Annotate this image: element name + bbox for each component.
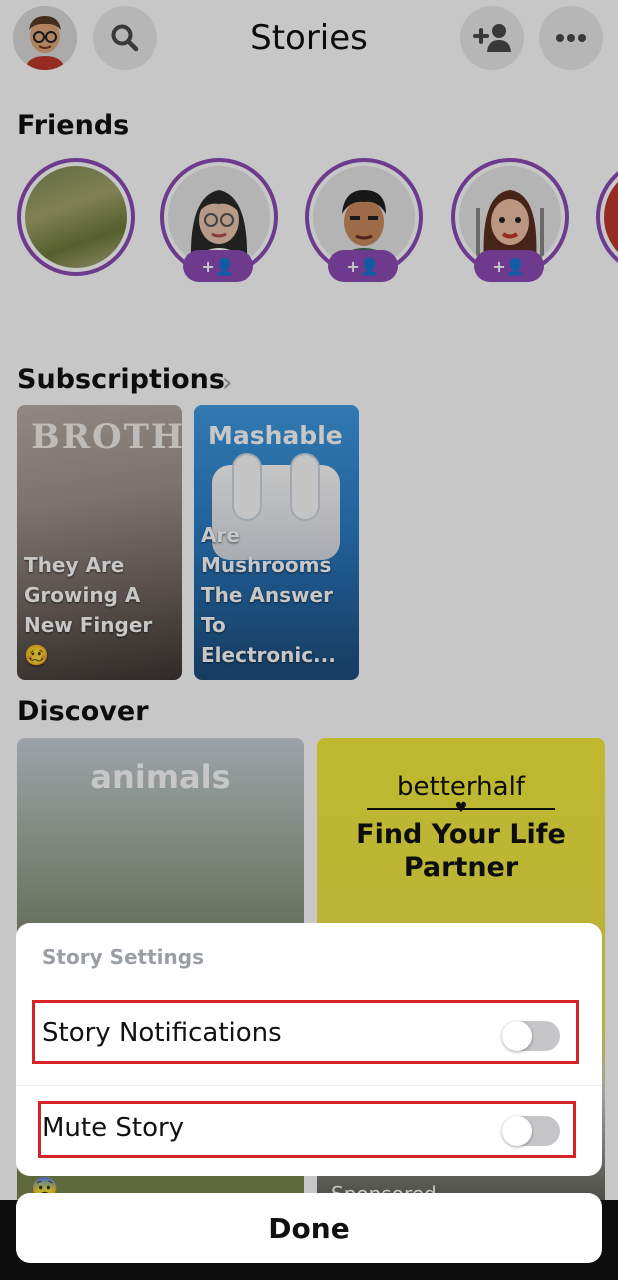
story-settings-sheet: Story Settings Story Notifications Mute … [16,923,602,1176]
done-button[interactable]: Done [16,1193,602,1263]
highlight-box [32,1000,579,1064]
highlight-box [38,1101,576,1158]
sheet-title: Story Settings [42,945,204,969]
